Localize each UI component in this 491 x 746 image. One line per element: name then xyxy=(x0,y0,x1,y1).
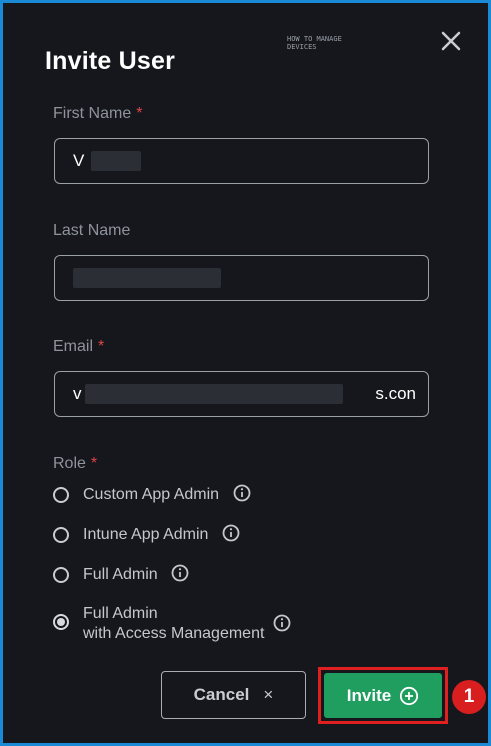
email-value-tail: s.con xyxy=(375,384,416,403)
cancel-button[interactable]: Cancel × xyxy=(161,671,306,719)
step-badge: 1 xyxy=(452,680,486,714)
watermark: HOW TO MANAGE DEVICES xyxy=(287,35,342,51)
email-label: Email * xyxy=(53,338,105,355)
invite-user-dialog: Invite User HOW TO MANAGE DEVICES First … xyxy=(3,3,488,743)
role-option-full-admin[interactable]: Full Admin xyxy=(53,564,189,585)
radio-button[interactable] xyxy=(53,567,69,583)
redaction-block xyxy=(73,268,221,288)
required-mark: * xyxy=(98,338,105,355)
role-label: Role * xyxy=(53,455,98,472)
role-option-full-admin-access-management[interactable]: Full Admin with Access Management xyxy=(53,604,291,644)
role-option-custom-app-admin[interactable]: Custom App Admin xyxy=(53,484,251,505)
required-mark: * xyxy=(90,455,98,472)
radio-button[interactable] xyxy=(53,487,69,503)
first-name-value: V xyxy=(73,151,85,170)
email-value: v xyxy=(73,384,82,403)
info-icon[interactable] xyxy=(222,524,240,542)
role-option-intune-app-admin[interactable]: Intune App Admin xyxy=(53,524,240,545)
email-field[interactable]: v s.con xyxy=(54,371,429,417)
info-icon[interactable] xyxy=(233,484,251,502)
last-name-field[interactable] xyxy=(54,255,429,301)
invite-button[interactable]: Invite xyxy=(324,673,442,718)
plus-circle-icon xyxy=(400,686,419,705)
last-name-label: Last Name xyxy=(53,222,131,239)
first-name-field[interactable]: V xyxy=(54,138,429,184)
radio-button-selected[interactable] xyxy=(53,614,69,630)
dialog-title: Invite User xyxy=(45,47,176,75)
close-button[interactable] xyxy=(435,25,467,57)
required-mark: * xyxy=(136,105,143,122)
first-name-label: First Name * xyxy=(53,105,143,122)
close-icon: × xyxy=(263,685,274,704)
info-icon[interactable] xyxy=(171,564,189,582)
info-icon[interactable] xyxy=(273,614,291,632)
redaction-block xyxy=(91,151,141,171)
close-icon xyxy=(441,31,461,51)
redaction-block xyxy=(85,384,343,404)
radio-button[interactable] xyxy=(53,527,69,543)
